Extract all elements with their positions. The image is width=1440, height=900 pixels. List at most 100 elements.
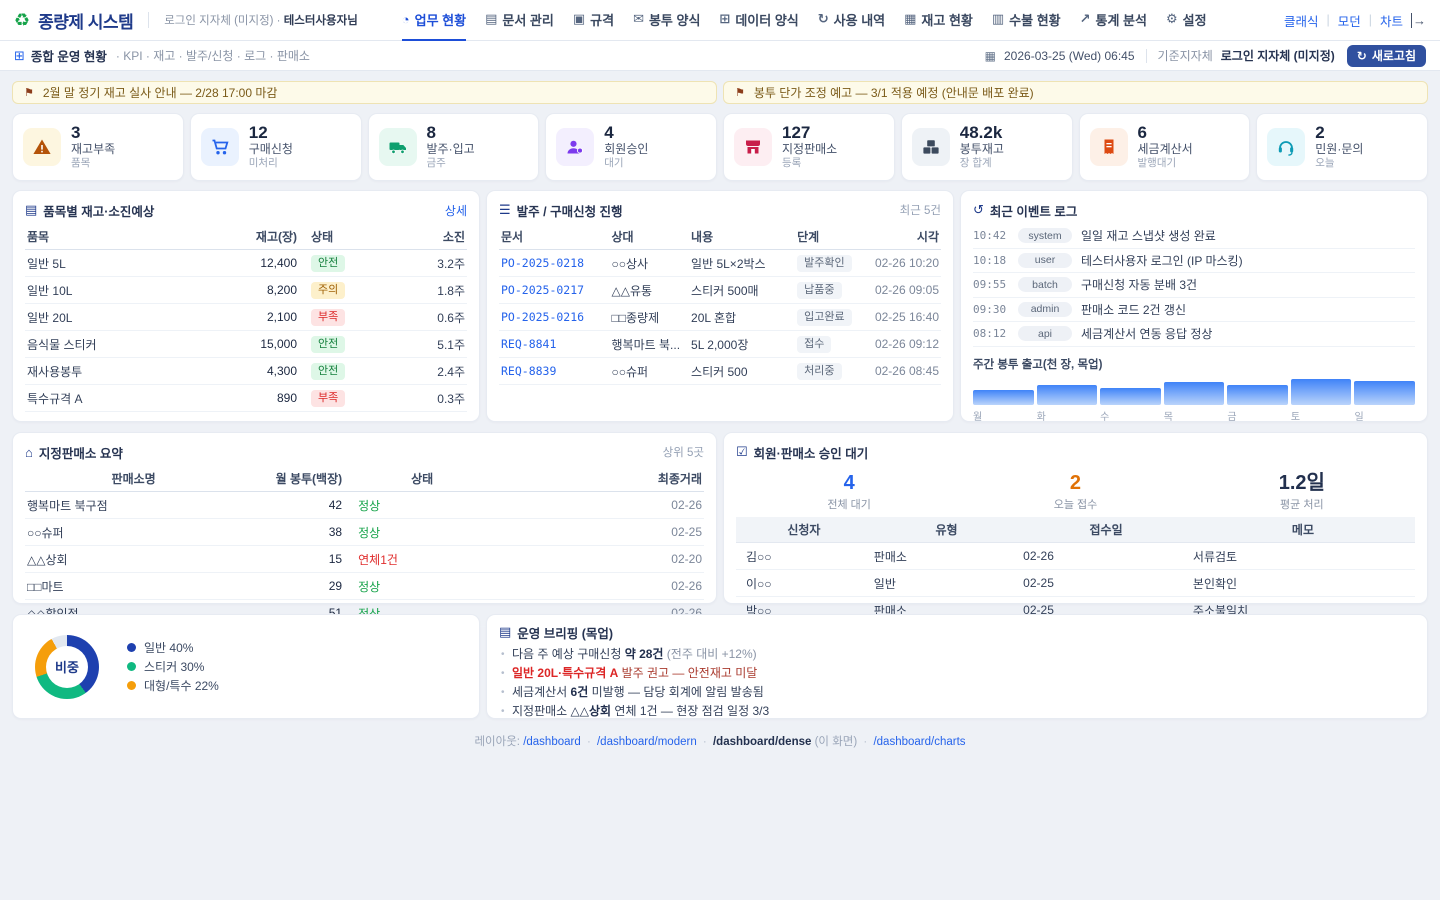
layout-link-modern[interactable]: 모던 [1338,11,1361,30]
applicant-name: 이○○ [736,570,872,597]
stat-value: 4 [736,472,962,495]
nav-item-statistics[interactable]: ↗통계 분석 [1080,0,1147,41]
col-header-status: 상태 [299,224,374,250]
item-name: 일반 10L [25,277,211,304]
order-row: REQ-8839○○슈퍼스티커 500처리중02-26 08:45 [499,358,941,385]
log-entry: 08:12api세금계산서 연동 응답 정상 [973,322,1415,347]
layout-link-modern[interactable]: /dashboard/modern [597,736,697,748]
kpi-bag-inventory[interactable]: 48.2k봉투재고장 합계 [901,113,1073,181]
separator: | [1326,13,1329,27]
weeks-left: 2.4주 [374,358,467,385]
weekly-bar-label: 일 [1354,408,1415,423]
nav-item-document-mgmt[interactable]: ▤문서 관리 [485,0,554,41]
nav-item-work-status[interactable]: ◔업무 현황 [402,0,466,41]
layout-link-charts[interactable]: /dashboard/charts [873,736,965,748]
nav-item-inventory[interactable]: ▦재고 현황 [904,0,973,41]
kpi-designated-sellers[interactable]: 127지정판매소등록 [723,113,895,181]
seller-qty: 15 [242,546,344,573]
order-desc: 스티커 500 [689,358,795,385]
basis-value: 로그인 지자체 (미지정) [1221,47,1335,64]
approval-row: 김○○판매소02-26서류검토 [736,543,1415,570]
weekly-chart-title: 주간 봉투 출고(천 장, 목업) [973,356,1415,372]
col-header-applicant: 신청자 [736,517,872,543]
stat-label: 오늘 접수 [962,496,1188,512]
kpi-row: 3재고부족품목 12구매신청미처리 8발주·입고금주 4회원승인대기 127지정… [12,113,1428,181]
briefing-item: 다음 주 예상 구매신청 약 28건 (전주 대비 +12%) [499,645,1415,664]
col-header-monthly: 월 봉투(백장) [242,466,344,492]
nav-label: 규격 [590,10,614,29]
col-header-seller: 판매소명 [25,466,242,492]
orders-table: 문서 상대 내용 단계 시각 PO-2025-0218○○상사일반 5L×2박스… [499,224,941,385]
briefing-text: 미발행 — 담당 회계에 알림 발송됨 [588,685,764,699]
stat-value: 1.2일 [1189,472,1415,495]
stat-label: 평균 처리 [1189,496,1415,512]
bag-icon: ✉ [633,11,644,27]
doc-link[interactable]: PO-2025-0218 [501,256,584,270]
col-header-stage: 단계 [795,224,870,250]
briefing-panel: ▤ 운영 브리핑 (목업) 다음 주 예상 구매신청 약 28건 (전주 대비 … [486,614,1428,719]
doc-link[interactable]: PO-2025-0216 [501,310,584,324]
col-header-type: 유형 [872,517,1021,543]
legend-label: 스티커 30% [144,658,204,675]
approvals-panel-title: 회원·판매소 승인 대기 [754,443,869,462]
item-name: 일반 20L [25,304,211,331]
layout-link-chart[interactable]: 차트 [1380,11,1403,30]
item-qty: 2,100 [211,304,299,331]
datetime: 2026-03-25 (Wed) 06:45 [1004,49,1135,63]
nav-item-ledger[interactable]: ▥수불 현황 [992,0,1061,41]
kpi-orders-inbound[interactable]: 8발주·입고금주 [368,113,540,181]
status-badge: 부족 [311,309,345,326]
log-tag: user [1018,253,1072,268]
nav-item-usage-history[interactable]: ↻사용 내역 [818,0,885,41]
current-screen-note: (이 화면) [815,736,858,748]
stage-badge: 발주확인 [797,255,851,272]
kpi-member-approval[interactable]: 4회원승인대기 [545,113,717,181]
kpi-tax-invoice[interactable]: 6세금계산서발행대기 [1079,113,1251,181]
orders-panel-title: 발주 / 구매신청 진행 [517,201,623,220]
seller-status: 정상 [358,580,380,594]
stock-detail-link[interactable]: 상세 [445,202,467,219]
refresh-button[interactable]: ↻새로고침 [1347,45,1426,67]
nav-item-settings[interactable]: ⚙설정 [1166,0,1207,41]
weeks-left: 0.6주 [374,304,467,331]
stock-row: 음식물 스티커15,000안전5.1주 [25,331,467,358]
approvals-table: 신청자 유형 접수일 메모 김○○판매소02-26서류검토 이○○일반02-25… [736,517,1415,624]
doc-link[interactable]: REQ-8841 [501,337,556,351]
order-time: 02-26 09:12 [870,331,941,358]
event-log-title: 최근 이벤트 로그 [990,201,1077,220]
kpi-purchase-requests[interactable]: 12구매신청미처리 [190,113,362,181]
layout-link-dashboard[interactable]: /dashboard [523,736,581,748]
kpi-stock-shortage[interactable]: 3재고부족품목 [12,113,184,181]
briefing-title: 운영 브리핑 (목업) [517,623,613,642]
kpi-sub: 품목 [71,157,115,170]
weeks-left: 1.8주 [374,277,467,304]
doc-link[interactable]: PO-2025-0217 [501,283,584,297]
sellers-panel: ⌂ 지정판매소 요약 상위 5곳 판매소명 월 봉투(백장) 상태 최종거래 행… [12,432,717,604]
nav-label: 업무 현황 [415,10,466,29]
nav-item-bag-form[interactable]: ✉봉투 양식 [633,0,700,41]
item-name: 특수규격 A [25,385,211,412]
nav-item-spec[interactable]: ▣규격 [573,0,614,41]
logout-icon[interactable]: → [1411,13,1426,28]
ledger-icon: ▥ [992,11,1004,27]
applicant-name: 김○○ [736,543,872,570]
notice-price-change: ⚑ 봉투 단가 조정 예고 — 3/1 적용 예정 (안내문 배포 완료) [723,81,1428,104]
briefing-text: 연체 1건 — 현장 점검 일정 3/3 [611,704,769,718]
nav-label: 통계 분석 [1096,10,1147,29]
item-qty: 15,000 [211,331,299,358]
kpi-sub: 대기 [604,157,648,170]
log-time: 09:30 [973,303,1009,316]
nav-label: 재고 현황 [921,10,972,29]
kpi-label: 회원승인 [604,142,648,157]
layout-link-classic[interactable]: 클래식 [1284,11,1319,30]
login-prefix: 로그인 지자체 (미지정) · [164,15,280,27]
col-header-party: 상대 [610,224,690,250]
order-desc: 스티커 500매 [689,277,795,304]
legend-item-large-special: 대형/특수 22% [127,676,219,695]
notice-row: ⚑ 2월 말 정기 재고 실사 안내 — 2/28 17:00 마감 ⚑ 봉투 … [12,81,1428,104]
doc-link[interactable]: REQ-8839 [501,364,556,378]
kpi-complaints[interactable]: 2민원·문의오늘 [1256,113,1428,181]
nav-item-data-form[interactable]: ⊞데이터 양식 [719,0,798,41]
truck-icon [379,128,417,166]
briefing-text: (전주 대비 +12%) [663,647,756,661]
